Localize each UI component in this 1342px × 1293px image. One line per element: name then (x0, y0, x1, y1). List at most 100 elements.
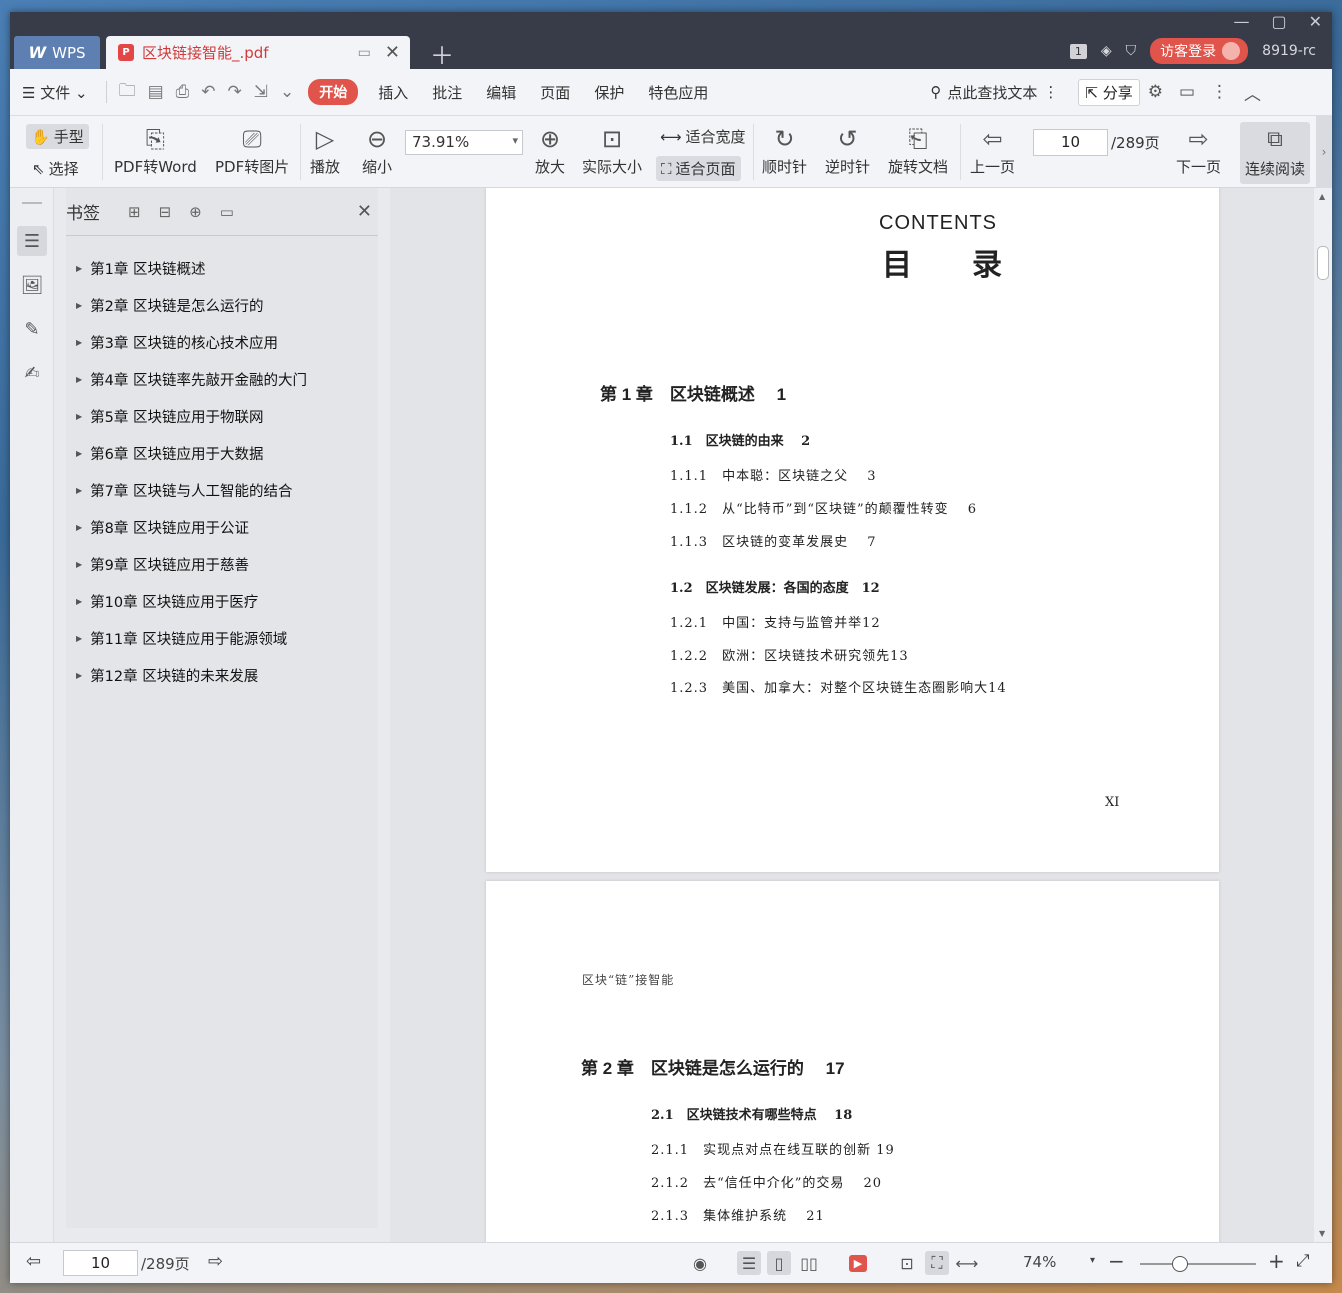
expand-arrow-icon[interactable]: ▶ (76, 634, 82, 643)
continuous-read-button[interactable]: ⧉ 连续阅读 (1240, 122, 1310, 184)
bookmark-settings-icon[interactable]: ▭ (220, 203, 234, 221)
next-page-icon[interactable]: ⇨ (208, 1251, 223, 1272)
open-folder-icon[interactable]: 🗀 (113, 78, 142, 107)
zoom-in-button[interactable]: ⊕ 放大 (535, 122, 565, 177)
bookmark-item[interactable]: ▶ 第11章 区块链应用于能源领域 (66, 620, 378, 657)
bookmark-item[interactable]: ▶ 第6章 区块链应用于大数据 (66, 435, 378, 472)
close-window-icon[interactable]: ✕ (1309, 12, 1322, 31)
fit-width-icon[interactable]: ⟷ (955, 1251, 979, 1275)
fit-width-button[interactable]: ⟷ 适合宽度 (660, 126, 746, 147)
single-page-icon[interactable]: ▯ (767, 1251, 791, 1275)
save-icon[interactable]: ▤ (142, 82, 170, 102)
find-text[interactable]: ⚲ 点此查找文本 ⋮ (930, 82, 1058, 103)
bookmark-item[interactable]: ▶ 第3章 区块链的核心技术应用 (66, 324, 378, 361)
toolbar-scroll-right-icon[interactable]: › (1316, 116, 1332, 188)
add-bookmark-icon[interactable]: ⊕ (189, 203, 202, 221)
tab-start[interactable]: 开始 (308, 79, 359, 105)
scroll-down-icon[interactable]: ▼ (1319, 1229, 1325, 1238)
zoom-out-icon[interactable]: − (1108, 1249, 1125, 1273)
window-count-badge[interactable]: 1 (1069, 43, 1087, 59)
zoom-slider[interactable] (1140, 1256, 1256, 1272)
collapse-ribbon-icon[interactable]: ︿ (1236, 80, 1269, 105)
signature-icon[interactable]: ✍ (17, 358, 47, 388)
tab-annotate[interactable]: 批注 (420, 82, 474, 103)
settings-icon[interactable]: ⚙ (1140, 82, 1171, 102)
next-page-button[interactable]: ⇨ 下一页 (1176, 122, 1221, 177)
hand-tool-button[interactable]: ✋ 手型 (26, 124, 89, 149)
zoom-slider-knob[interactable] (1172, 1256, 1188, 1272)
expand-arrow-icon[interactable]: ▶ (76, 338, 82, 347)
minimize-icon[interactable]: — (1233, 12, 1249, 31)
actual-size-icon[interactable]: ⊡ (895, 1251, 919, 1275)
pdf-to-image-button[interactable]: ⎚ PDF转图片 (215, 122, 289, 177)
expand-arrow-icon[interactable]: ▶ (76, 412, 82, 421)
wps-home-tab[interactable]: W WPS (14, 36, 100, 69)
eye-protection-icon[interactable]: ◉ (688, 1251, 712, 1275)
prev-page-button[interactable]: ⇦ 上一页 (970, 122, 1015, 177)
play-button[interactable]: ▷ 播放 (310, 122, 340, 177)
file-menu[interactable]: ☰ 文件 ⌄ (10, 82, 100, 103)
new-tab-button[interactable]: ＋ (430, 36, 454, 71)
zoom-select[interactable]: 73.91% (405, 130, 523, 155)
bookmark-item[interactable]: ▶ 第10章 区块链应用于医疗 (66, 583, 378, 620)
expand-arrow-icon[interactable]: ▶ (76, 375, 82, 384)
redo-icon[interactable]: ↷ (222, 82, 248, 102)
bookmark-item[interactable]: ▶ 第12章 区块链的未来发展 (66, 657, 378, 694)
more-vertical-icon[interactable]: ⋮ (1043, 83, 1058, 101)
tab-page[interactable]: 页面 (528, 82, 582, 103)
tab-protect[interactable]: 保护 (582, 82, 636, 103)
expand-arrow-icon[interactable]: ▶ (76, 671, 82, 680)
document-tab[interactable]: P 区块链接智能_.pdf ▭ ✕ (106, 36, 410, 69)
rotate-clockwise-button[interactable]: ↻ 顺时针 (762, 122, 807, 177)
continuous-view-icon[interactable]: ☰ (737, 1251, 761, 1275)
print-icon[interactable]: ⎙ (170, 82, 196, 102)
bookmark-item[interactable]: ▶ 第9章 区块链应用于慈善 (66, 546, 378, 583)
vertical-scrollbar[interactable]: ▲ ▼ (1314, 188, 1332, 1242)
expand-arrow-icon[interactable]: ▶ (76, 264, 82, 273)
rotate-document-button[interactable]: ⎗ 旋转文档 (888, 122, 948, 177)
expand-arrow-icon[interactable]: ▶ (76, 597, 82, 606)
tab-special[interactable]: 特色应用 (636, 82, 720, 103)
maximize-icon[interactable]: ▢ (1271, 12, 1286, 31)
bookmark-item[interactable]: ▶ 第1章 区块链概述 (66, 250, 378, 287)
expand-arrow-icon[interactable]: ▶ (76, 560, 82, 569)
zoom-in-icon[interactable]: + (1268, 1249, 1285, 1273)
fullscreen-icon[interactable]: ⤢ (1296, 1251, 1310, 1271)
bookmark-item[interactable]: ▶ 第7章 区块链与人工智能的结合 (66, 472, 378, 509)
shirt-icon[interactable]: ⛉ (1126, 43, 1137, 59)
document-view[interactable]: CONTENTS 目 录 第 1 章 区块链概述 1 1.1 区块链的由来 2 … (390, 188, 1314, 1242)
close-panel-icon[interactable]: ✕ (357, 201, 372, 222)
bookmark-item[interactable]: ▶ 第2章 区块链是怎么运行的 (66, 287, 378, 324)
select-tool-button[interactable]: ⇖ 选择 (32, 158, 79, 179)
zoom-level[interactable]: 74% (1023, 1253, 1056, 1271)
actual-size-button[interactable]: ⊡ 实际大小 (582, 122, 642, 177)
page-number-input[interactable]: 10 (1033, 129, 1108, 156)
pdf-to-word-button[interactable]: ⎘ PDF转Word (114, 122, 197, 177)
expand-all-icon[interactable]: ⊞ (128, 203, 141, 221)
annotation-icon[interactable]: ✎ (17, 314, 47, 344)
monitor-icon[interactable]: ▭ (358, 45, 371, 61)
scroll-up-icon[interactable]: ▲ (1319, 192, 1325, 201)
expand-arrow-icon[interactable]: ▶ (76, 449, 82, 458)
zoom-out-button[interactable]: ⊖ 缩小 (362, 122, 392, 177)
skin-icon[interactable]: ◈ (1101, 43, 1112, 59)
bookmark-item[interactable]: ▶ 第8章 区块链应用于公证 (66, 509, 378, 546)
comment-icon[interactable]: ▭ (1171, 82, 1203, 102)
expand-arrow-icon[interactable]: ▶ (76, 486, 82, 495)
tab-insert[interactable]: 插入 (366, 82, 420, 103)
expand-arrow-icon[interactable]: ▶ (76, 301, 82, 310)
share-button[interactable]: ⇱ 分享 (1078, 78, 1140, 106)
thumbnails-icon[interactable]: 🖼 (17, 270, 47, 300)
rotate-counterclockwise-button[interactable]: ↺ 逆时针 (825, 122, 870, 177)
bookmark-item[interactable]: ▶ 第5章 区块链应用于物联网 (66, 398, 378, 435)
expand-arrow-icon[interactable]: ▶ (76, 523, 82, 532)
close-tab-icon[interactable]: ✕ (385, 42, 400, 63)
two-page-icon[interactable]: ▯▯ (797, 1251, 821, 1275)
export-icon[interactable]: ⇲ (248, 82, 274, 102)
tab-edit[interactable]: 编辑 (474, 82, 528, 103)
scrollbar-thumb[interactable] (1317, 246, 1329, 280)
guest-login-button[interactable]: 访客登录 (1150, 38, 1249, 64)
undo-icon[interactable]: ↶ (195, 82, 221, 102)
collapse-all-icon[interactable]: ⊟ (159, 203, 172, 221)
prev-page-icon[interactable]: ⇦ (26, 1251, 41, 1272)
